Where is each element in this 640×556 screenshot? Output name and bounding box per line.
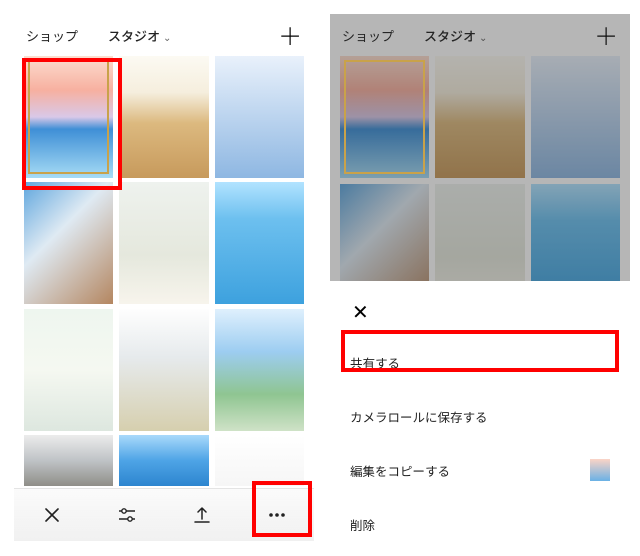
photo-grid [14, 56, 314, 486]
thumbnail[interactable] [119, 56, 208, 178]
thumbnail[interactable] [119, 309, 208, 431]
thumbnail [435, 56, 524, 178]
tab-studio-label: スタジオ [424, 26, 476, 45]
screen-actions-sheet: ショップ スタジオ⌄ ＋ ✕ 共有する カメラロールに保存する 編集をコピーする [330, 14, 630, 541]
plus-icon[interactable]: ＋ [278, 23, 302, 47]
tab-shop[interactable]: ショップ [26, 26, 78, 45]
sheet-copy-edits-label: 編集をコピーする [350, 461, 450, 480]
thumbnail[interactable] [24, 309, 113, 431]
chevron-down-icon: ⌄ [479, 29, 487, 44]
thumbnail-selected [340, 56, 429, 178]
upload-button[interactable] [180, 493, 224, 537]
sheet-share[interactable]: 共有する [350, 335, 610, 389]
bottom-toolbar [14, 488, 314, 541]
action-sheet: ✕ 共有する カメラロールに保存する 編集をコピーする 削除 [330, 281, 630, 541]
close-icon [42, 505, 62, 525]
thumbnail[interactable] [24, 435, 113, 486]
tab-studio[interactable]: スタジオ⌄ [108, 26, 171, 45]
sheet-copy-edits[interactable]: 編集をコピーする [350, 443, 610, 497]
thumbnail[interactable] [119, 435, 208, 486]
thumbnail[interactable] [215, 435, 304, 486]
header: ショップ スタジオ⌄ ＋ [14, 14, 314, 56]
close-button[interactable] [30, 493, 74, 537]
thumbnail[interactable] [215, 309, 304, 431]
sliders-icon [116, 504, 138, 526]
thumbnail[interactable] [24, 182, 113, 304]
sheet-thumbnail-icon [590, 459, 610, 481]
upload-icon [191, 504, 213, 526]
more-button[interactable] [255, 493, 299, 537]
header: ショップ スタジオ⌄ ＋ [330, 14, 630, 56]
chevron-down-icon: ⌄ [163, 29, 171, 44]
adjust-button[interactable] [105, 493, 149, 537]
screen-studio-grid: ショップ スタジオ⌄ ＋ [14, 14, 314, 541]
thumbnail[interactable] [119, 182, 208, 304]
sheet-close-button[interactable]: ✕ [350, 299, 610, 335]
sheet-delete[interactable]: 削除 [350, 497, 610, 551]
thumbnail-selected[interactable] [24, 56, 113, 178]
tab-shop: ショップ [342, 26, 394, 45]
tab-studio: スタジオ⌄ [424, 26, 487, 45]
thumbnail[interactable] [215, 56, 304, 178]
thumbnail [531, 56, 620, 178]
plus-icon: ＋ [594, 23, 618, 47]
sheet-save-camera-roll[interactable]: カメラロールに保存する [350, 389, 610, 443]
tab-studio-label: スタジオ [108, 26, 160, 45]
more-icon [266, 504, 288, 526]
thumbnail[interactable] [215, 182, 304, 304]
